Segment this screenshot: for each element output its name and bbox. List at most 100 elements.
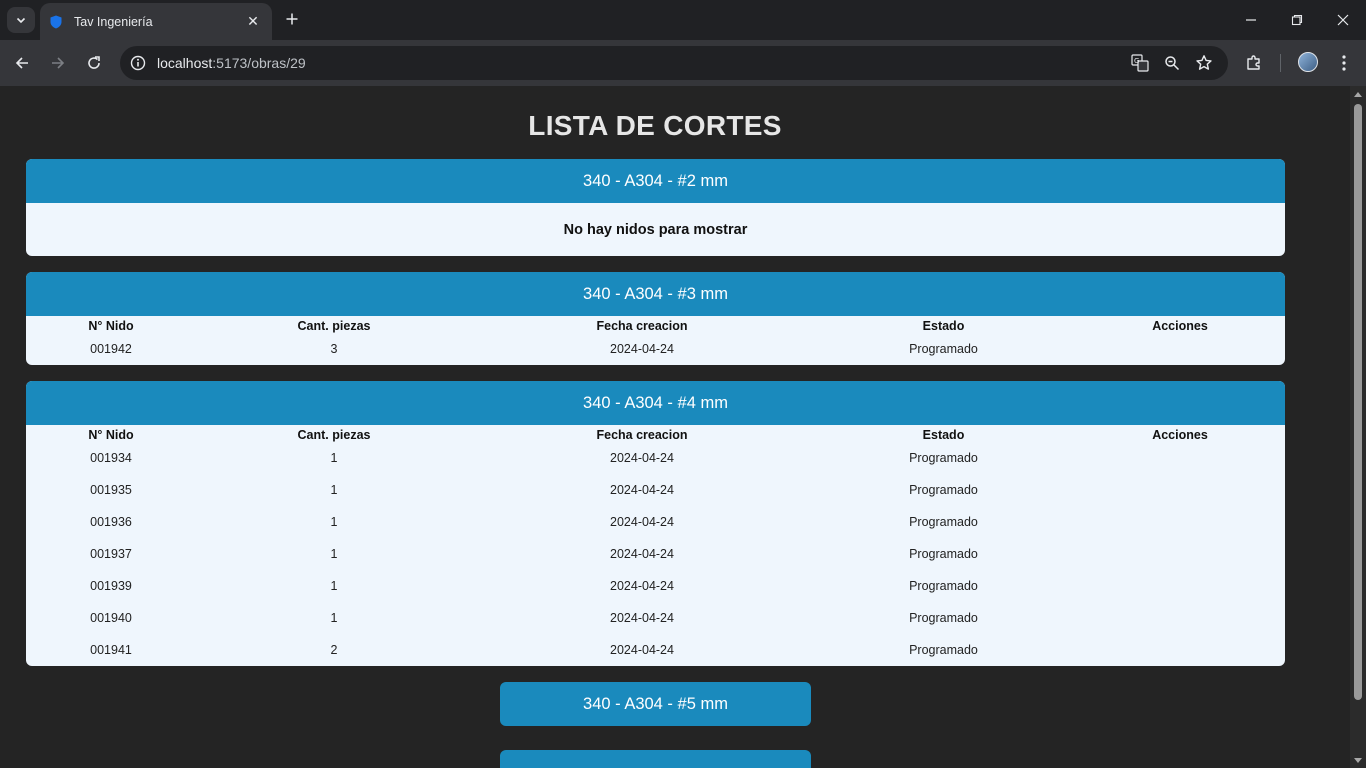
forward-button[interactable] — [44, 49, 72, 77]
restore-icon — [1291, 14, 1303, 26]
site-info-icon[interactable] — [128, 53, 148, 73]
reload-button[interactable] — [80, 49, 108, 77]
table-header-row: N° Nido Cant. piezas Fecha creacion Esta… — [26, 316, 1285, 333]
table-row: 001940 1 2024-04-24 Programado — [26, 602, 1285, 634]
cell-piezas: 2 — [330, 643, 338, 657]
column-header: Fecha creacion — [596, 428, 688, 442]
nidos-table: N° Nido Cant. piezas Fecha creacion Esta… — [26, 425, 1285, 666]
plus-icon — [286, 13, 298, 25]
menu-kebab-icon[interactable] — [1332, 51, 1356, 75]
cell-piezas: 1 — [330, 579, 338, 593]
section-card: 340 - A304 - #4 mm N° Nido Cant. piezas … — [26, 381, 1285, 666]
browser-tab[interactable]: Tav Ingeniería ✕ — [40, 3, 272, 40]
restore-button[interactable] — [1274, 0, 1320, 40]
page-content: LISTA DE CORTES 340 - A304 - #2 mm No ha… — [0, 86, 1366, 768]
cell-nido: 001941 — [90, 643, 132, 657]
cell-estado: Programado — [909, 611, 978, 625]
extensions-icon[interactable] — [1242, 51, 1266, 75]
cell-piezas: 1 — [330, 547, 338, 561]
tab-search-button[interactable] — [7, 7, 35, 33]
column-header: N° Nido — [88, 428, 134, 442]
new-tab-button[interactable] — [281, 8, 303, 30]
cell-estado: Programado — [909, 579, 978, 593]
cell-fecha: 2024-04-24 — [610, 342, 674, 356]
column-header: Estado — [922, 319, 965, 333]
column-header: Cant. piezas — [297, 319, 371, 333]
cell-piezas: 1 — [330, 451, 338, 465]
url-host: localhost — [157, 55, 213, 71]
cell-acciones — [1075, 634, 1285, 666]
cell-acciones — [1075, 442, 1285, 474]
section-header-collapsed[interactable] — [500, 750, 811, 768]
cell-estado: Programado — [909, 643, 978, 657]
arrow-left-icon — [15, 57, 28, 69]
scroll-thumb[interactable] — [1354, 104, 1362, 700]
column-header: Acciones — [1152, 319, 1208, 333]
cell-fecha: 2024-04-24 — [610, 579, 674, 593]
address-bar[interactable]: localhost:5173/obras/29 G — [120, 46, 1228, 80]
cell-estado: Programado — [909, 483, 978, 497]
cell-piezas: 1 — [330, 611, 338, 625]
close-icon — [1337, 14, 1349, 26]
cell-nido: 001939 — [90, 579, 132, 593]
tab-title: Tav Ingeniería — [74, 14, 153, 29]
tab-strip: Tav Ingeniería ✕ — [0, 0, 1366, 40]
scroll-up-arrow[interactable] — [1354, 92, 1362, 97]
cell-nido: 001940 — [90, 611, 132, 625]
cell-acciones — [1075, 474, 1285, 506]
cell-fecha: 2024-04-24 — [610, 611, 674, 625]
cell-acciones — [1075, 538, 1285, 570]
toolbar-divider — [1280, 54, 1281, 72]
scroll-down-arrow[interactable] — [1354, 758, 1362, 763]
cell-nido: 001934 — [90, 451, 132, 465]
cell-estado: Programado — [909, 342, 978, 356]
cell-fecha: 2024-04-24 — [610, 547, 674, 561]
translate-icon[interactable]: G — [1130, 53, 1150, 73]
column-header: Estado — [922, 428, 965, 442]
section-header[interactable]: 340 - A304 - #3 mm — [26, 272, 1285, 316]
scrollbar[interactable] — [1350, 86, 1366, 768]
cell-acciones — [1075, 570, 1285, 602]
table-row: 001939 1 2024-04-24 Programado — [26, 570, 1285, 602]
zoom-icon[interactable] — [1162, 53, 1182, 73]
url-text: localhost:5173/obras/29 — [157, 55, 306, 71]
nidos-table: N° Nido Cant. piezas Fecha creacion Esta… — [26, 316, 1285, 365]
section-header[interactable]: 340 - A304 - #2 mm — [26, 159, 1285, 203]
close-window-button[interactable] — [1320, 0, 1366, 40]
table-row: 001941 2 2024-04-24 Programado — [26, 634, 1285, 666]
table-row: 001936 1 2024-04-24 Programado — [26, 506, 1285, 538]
cell-nido: 001937 — [90, 547, 132, 561]
browser-toolbar: localhost:5173/obras/29 G — [0, 40, 1366, 86]
column-header: Cant. piezas — [297, 428, 371, 442]
cell-acciones — [1075, 333, 1285, 365]
chevron-down-icon — [16, 17, 26, 24]
back-button[interactable] — [8, 49, 36, 77]
cell-piezas: 1 — [330, 483, 338, 497]
cell-piezas: 1 — [330, 515, 338, 529]
section-header[interactable]: 340 - A304 - #4 mm — [26, 381, 1285, 425]
cell-nido: 001942 — [90, 342, 132, 356]
arrow-right-icon — [52, 57, 65, 69]
column-header: Fecha creacion — [596, 319, 688, 333]
svg-text:G: G — [1134, 57, 1139, 65]
cell-fecha: 2024-04-24 — [610, 483, 674, 497]
cell-nido: 001936 — [90, 515, 132, 529]
minimize-button[interactable] — [1228, 0, 1274, 40]
section-card: 340 - A304 - #3 mm N° Nido Cant. piezas … — [26, 272, 1285, 365]
cell-acciones — [1075, 602, 1285, 634]
cell-piezas: 3 — [330, 342, 338, 356]
shield-icon — [50, 14, 64, 30]
cell-fecha: 2024-04-24 — [610, 515, 674, 529]
section-header-collapsed[interactable]: 340 - A304 - #5 mm — [500, 682, 811, 726]
section-card: 340 - A304 - #2 mm No hay nidos para mos… — [26, 159, 1285, 256]
close-tab-icon[interactable]: ✕ — [244, 13, 262, 30]
cell-estado: Programado — [909, 547, 978, 561]
cell-acciones — [1075, 506, 1285, 538]
minimize-icon — [1246, 19, 1256, 21]
column-header: N° Nido — [88, 319, 134, 333]
profile-avatar[interactable] — [1298, 52, 1318, 72]
column-header: Acciones — [1152, 428, 1208, 442]
table-row: 001934 1 2024-04-24 Programado — [26, 442, 1285, 474]
table-row: 001935 1 2024-04-24 Programado — [26, 474, 1285, 506]
bookmark-star-icon[interactable] — [1194, 53, 1214, 73]
